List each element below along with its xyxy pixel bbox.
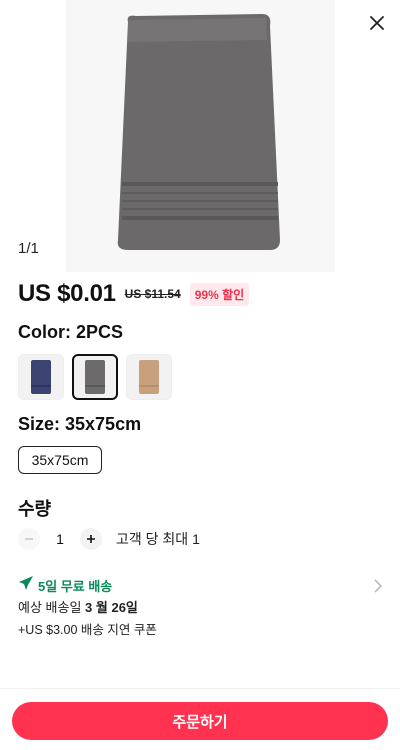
quantity-stepper: 1 고객 당 최대 1 [18,528,200,550]
quantity-limit: 고객 당 최대 1 [116,531,200,547]
product-image-gallery[interactable]: 1/1 [0,0,400,272]
image-page-indicator: 1/1 [18,240,39,257]
color-swatches [18,354,172,400]
minus-icon[interactable] [18,528,40,550]
color-title: Color: 2PCS [18,322,124,342]
quantity-value: 1 [56,531,64,547]
close-icon[interactable] [364,10,390,36]
shipping-info[interactable]: 5일 무료 배송 예상 배송일 3 월 26일 +US $3.00 배송 지연 … [18,575,388,638]
discount-badge: 99% 할인 [189,282,250,306]
divider [0,688,400,689]
original-price: US $11.54 [124,287,181,301]
size-option[interactable]: 35x75cm [18,446,102,474]
airplane-icon [18,575,34,596]
color-swatch-navy[interactable] [18,354,64,400]
free-shipping-label: 5일 무료 배송 [38,578,113,594]
plus-icon[interactable] [80,528,102,550]
order-button[interactable]: 주문하기 [12,702,388,740]
price-row: US $0.01 US $11.54 99% 할인 [18,280,250,308]
color-swatch-gray[interactable] [72,354,118,400]
delay-coupon: +US $3.00 배송 지연 쿠폰 [18,623,157,637]
size-title: Size: 35x75cm [18,414,142,434]
color-swatch-tan[interactable] [126,354,172,400]
current-price: US $0.01 [18,280,116,307]
product-image [66,0,335,272]
delivery-estimate: 예상 배송일 3 월 26일 [18,600,138,615]
quantity-title: 수량 [18,499,52,519]
chevron-right-icon [372,578,384,599]
